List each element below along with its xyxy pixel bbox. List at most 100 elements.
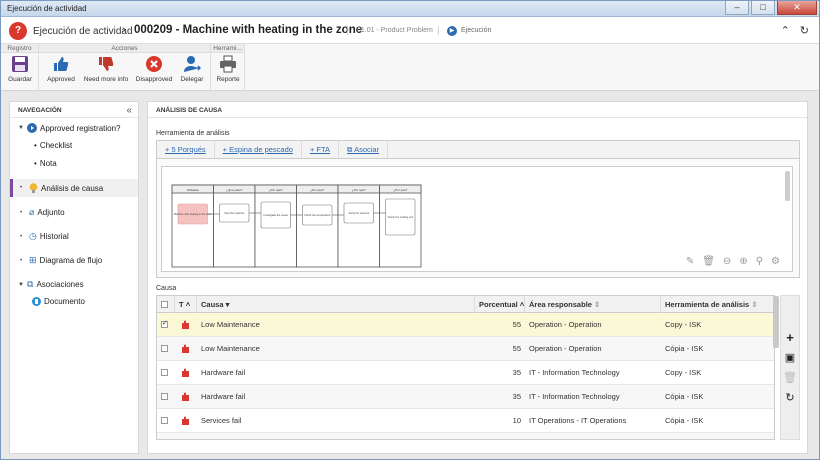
nav-item-label: Checklist — [39, 141, 73, 150]
disapproved-button[interactable]: Disapproved — [133, 54, 175, 83]
settings-icon[interactable]: ⚙ — [771, 256, 780, 267]
trash-icon[interactable]: 🗑 — [702, 256, 715, 267]
row-checkbox[interactable] — [161, 345, 168, 352]
sort-asc-icon: ˄ — [185, 300, 191, 309]
delete-icon[interactable]: 🗑 — [781, 368, 799, 388]
content-panel: ANÁLISIS DE CAUSA Herramienta de análisi… — [147, 101, 808, 454]
diagram-column — [171, 184, 214, 268]
header-label: Causa — [201, 300, 224, 309]
table-row[interactable]: Hardware fail 35 IT - Information Technolo… — [157, 385, 774, 409]
refresh-icon[interactable]: ↻ — [781, 388, 799, 408]
col-header-porcentual[interactable]: Porcentual ˄ — [475, 296, 525, 313]
zoom-in-icon[interactable]: ⊕ — [739, 256, 747, 267]
approved-label: Approved — [47, 76, 75, 83]
add-icon[interactable]: + — [781, 328, 799, 348]
collapse-up-icon[interactable]: ⌃ — [781, 24, 790, 37]
nav-item-adjunto[interactable]: • ⌀ Adjunto — [20, 207, 65, 218]
col-header-t[interactable]: T ˄ — [175, 296, 197, 313]
pencil-icon[interactable]: ✎ — [686, 256, 694, 267]
row-checkbox[interactable] — [161, 417, 168, 424]
nav-item-label: Historial — [39, 232, 69, 241]
approved-button[interactable]: Approved — [45, 54, 77, 83]
report-button[interactable]: Reporte — [214, 54, 242, 83]
tab-label: Asociar — [354, 145, 380, 154]
thumbs-down-icon — [96, 54, 116, 74]
tab-espina-pescado[interactable]: + Espina de pescado — [215, 141, 302, 158]
refresh-icon[interactable]: ↻ — [800, 24, 809, 37]
nav-item-checklist[interactable]: • Checklist — [34, 141, 72, 150]
edit-view-icon[interactable]: ▣ — [781, 348, 799, 368]
maximize-button[interactable]: □ — [751, 1, 775, 15]
nav-item-documento[interactable]: Documento — [32, 297, 85, 306]
need-more-info-label: Need more info — [83, 76, 129, 83]
why-analysis-diagram[interactable]: Ishikawa ¿Qué pasó? ¿Por qué? ¿Por qué? ¿Por… — [161, 166, 793, 272]
window-titlebar: Ejecución de actividad – □ ✕ — [1, 1, 819, 17]
diagram-header-text: Ishikawa — [187, 188, 199, 192]
col-header-herramienta[interactable]: Herramienta de análisis ⇕ — [661, 296, 774, 313]
cell-area: IT - Information Technology — [529, 368, 620, 377]
zoom-out-icon[interactable]: ⊖ — [723, 256, 731, 267]
save-button[interactable]: Guardar — [6, 54, 34, 83]
nav-item-nota[interactable]: • Nota — [34, 159, 57, 168]
table-row[interactable]: Low Maintenance 55 Operation - Operation Có… — [157, 337, 774, 361]
header-label: T — [179, 300, 184, 309]
diagram-box-text: Machine with heating in the zone — [174, 212, 212, 216]
diagram-box-text: Stop the machine — [224, 211, 245, 215]
breadcrumb[interactable]: Ejecución de actividad — [33, 26, 133, 37]
floppy-disk-icon — [10, 54, 30, 74]
col-header-area[interactable]: Área responsable ⇕ — [525, 296, 661, 313]
diagram-header-text: ¿Por qué? — [269, 188, 283, 192]
nav-item-asociaciones[interactable]: ▼ ⧉ Asociaciones — [18, 279, 84, 290]
nav-item-diagrama[interactable]: • ⊞ Diagrama de flujo — [20, 255, 102, 266]
nav-item-analisis[interactable]: • Análisis de causa — [20, 183, 103, 193]
tab-label: FTA — [316, 145, 331, 154]
cell-porcentual: 35 — [512, 392, 521, 401]
table-scrollbar[interactable] — [773, 296, 779, 348]
row-checkbox[interactable] — [161, 369, 168, 376]
close-window-button[interactable]: ✕ — [777, 1, 817, 15]
cell-causa: Services fail — [201, 416, 242, 425]
bullet-icon: • — [20, 185, 23, 191]
table-row[interactable]: Hardware fail 35 IT - Information Technolo… — [157, 361, 774, 385]
nav-item-approved[interactable]: ▼ Approved registration? — [18, 123, 121, 133]
bullet-icon: • — [34, 159, 37, 168]
puzzle-piece-icon — [182, 368, 189, 377]
row-checkbox[interactable] — [161, 393, 168, 400]
cause-label: Causa — [156, 285, 177, 292]
collapse-panel-icon[interactable]: « — [126, 105, 132, 116]
expand-arrow-icon: ▼ — [18, 125, 24, 131]
user-delegate-icon — [182, 54, 202, 74]
associations-icon: ⧉ — [27, 279, 34, 289]
cell-causa: Low Maintenance — [201, 344, 260, 353]
sort-desc-icon: ▾ — [225, 300, 230, 309]
cell-porcentual: 35 — [512, 368, 521, 377]
diagram-header-text: ¿Qué pasó? — [226, 188, 243, 192]
nav-title: NAVEGACIÓN — [10, 102, 138, 118]
need-more-info-button[interactable]: Need more info — [81, 54, 131, 83]
tab-asociar[interactable]: ⧉ Asociar — [339, 141, 389, 158]
cell-porcentual: 10 — [512, 416, 521, 425]
diagram-header-text: ¿Por qué? — [393, 188, 407, 192]
search-icon[interactable]: ⚲ — [756, 256, 763, 267]
delegate-label: Delegar — [180, 76, 204, 83]
cell-herramienta: Cópia - ISK — [665, 344, 704, 353]
nav-item-historial[interactable]: • ◷ Historial — [20, 231, 69, 242]
nav-item-label: Adjunto — [37, 208, 65, 217]
tab-5-porques[interactable]: + 5 Porqués — [157, 141, 215, 158]
x-circle-icon — [144, 54, 164, 74]
table-row[interactable]: Services fail 10 IT Operations - IT Operat… — [157, 409, 774, 433]
diagram-toolbar: ✎ 🗑 ⊖ ⊕ ⚲ ⚙ — [686, 256, 780, 267]
diagram-scrollbar[interactable] — [785, 171, 790, 201]
tab-fta[interactable]: + FTA — [302, 141, 340, 158]
select-all-checkbox[interactable] — [161, 301, 168, 308]
diagram-column — [213, 184, 256, 268]
col-header-causa[interactable]: Causa ▾ — [197, 296, 475, 313]
sort-asc-icon: ˄ — [519, 300, 525, 309]
delegate-button[interactable]: Delegar — [177, 54, 207, 83]
ribbon-group-acciones: Acciones Approved Need more info Disappr… — [39, 44, 211, 91]
diagram-box-text: Verify the sensors — [348, 211, 369, 215]
tab-label: 5 Porqués — [171, 145, 206, 154]
table-row[interactable]: Low Maintenance 55 Operation - Operation Co… — [157, 313, 774, 337]
row-checkbox[interactable] — [161, 319, 168, 328]
minimize-button[interactable]: – — [725, 1, 749, 15]
